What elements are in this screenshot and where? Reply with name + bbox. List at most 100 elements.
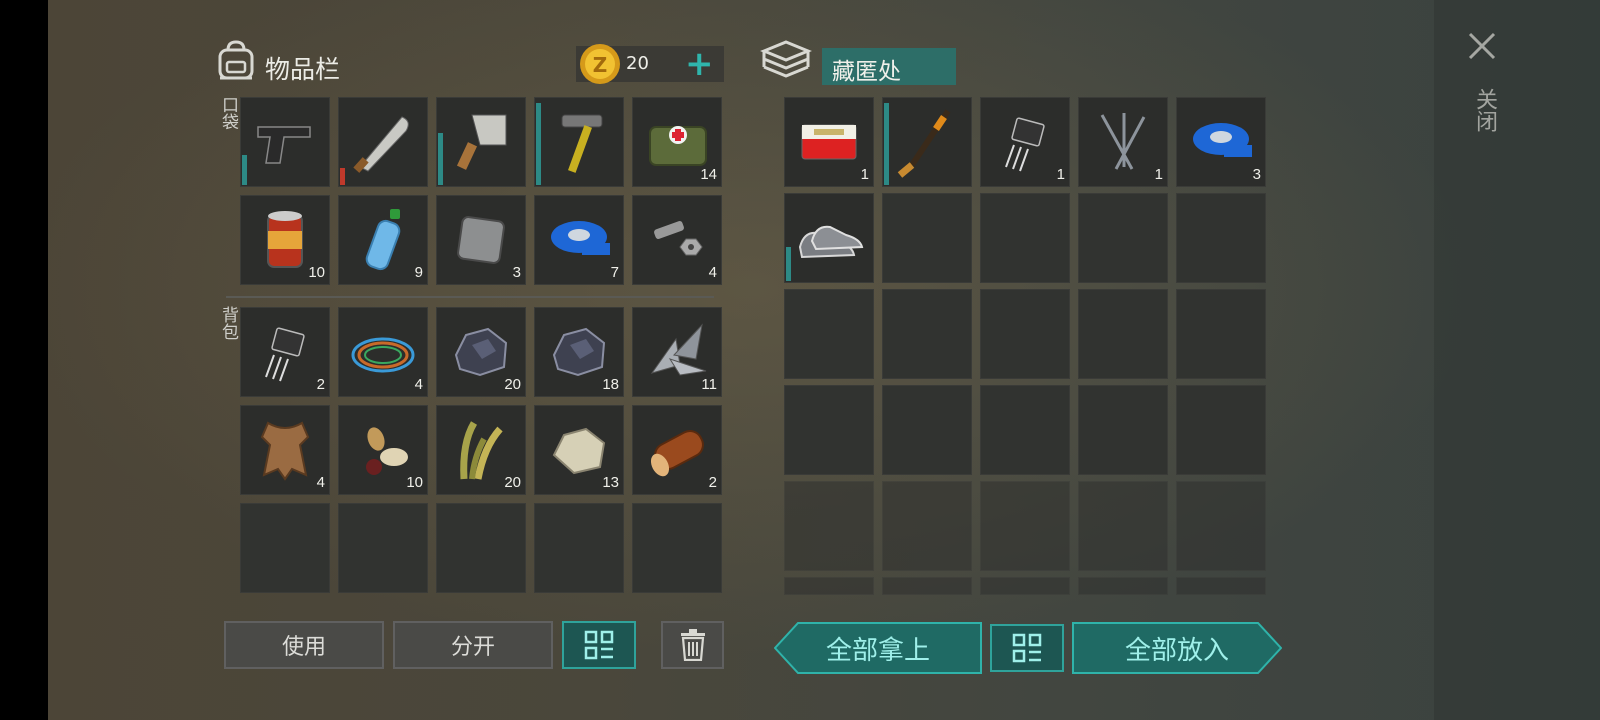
item-slot[interactable]: 10	[338, 405, 428, 495]
item-count: 3	[1252, 166, 1261, 183]
item-slot[interactable]: 1	[784, 97, 874, 187]
empty-slot[interactable]	[1176, 481, 1266, 571]
empty-slot[interactable]	[980, 577, 1070, 595]
item-slot[interactable]	[534, 97, 624, 187]
empty-slot[interactable]	[784, 385, 874, 475]
empty-slot[interactable]	[784, 289, 874, 379]
empty-slot[interactable]	[882, 577, 972, 595]
item-count: 9	[414, 264, 423, 281]
item-count: 20	[504, 474, 521, 491]
put-all-button[interactable]: 全部放入	[1072, 622, 1283, 674]
item-slot[interactable]: 2	[240, 307, 330, 397]
empty-slot[interactable]	[1176, 577, 1266, 595]
empty-slot[interactable]	[240, 503, 330, 593]
item-count: 14	[700, 166, 717, 183]
empty-slot[interactable]	[882, 385, 972, 475]
item-slot[interactable]	[436, 97, 526, 187]
empty-slot[interactable]	[882, 193, 972, 283]
empty-slot[interactable]	[436, 503, 526, 593]
wood-log-icon	[650, 430, 704, 477]
split-button[interactable]: 分开	[393, 621, 553, 669]
backpack-label: 背包	[218, 306, 238, 340]
pistol-icon	[257, 126, 311, 164]
item-count: 18	[602, 376, 619, 393]
pocket-label: 口袋	[218, 96, 238, 130]
hammer-icon	[561, 114, 603, 173]
item-slot[interactable]: 9	[338, 195, 428, 285]
empty-slot[interactable]	[882, 481, 972, 571]
item-slot[interactable]: 4	[632, 195, 722, 285]
item-count: 1	[1154, 166, 1163, 183]
item-count: 20	[504, 376, 521, 393]
coin-icon: Z	[580, 44, 620, 84]
item-count: 4	[414, 376, 423, 393]
empty-slot[interactable]	[1078, 481, 1168, 571]
empty-slot[interactable]	[980, 193, 1070, 283]
sneakers-icon	[798, 225, 864, 259]
item-count: 1	[860, 166, 869, 183]
item-slot[interactable]	[882, 97, 972, 187]
item-slot[interactable]: 20	[436, 405, 526, 495]
item-slot[interactable]: 18	[534, 307, 624, 397]
item-slot[interactable]: 11	[632, 307, 722, 397]
item-slot[interactable]: 3	[1176, 97, 1266, 187]
item-slot[interactable]: 2	[632, 405, 722, 495]
item-slot[interactable]	[784, 193, 874, 283]
duct-tape-icon	[1193, 123, 1252, 157]
empty-slot[interactable]	[338, 503, 428, 593]
empty-slot[interactable]	[1176, 289, 1266, 379]
empty-slot[interactable]	[1176, 385, 1266, 475]
section-divider	[226, 296, 714, 298]
empty-slot[interactable]	[784, 577, 874, 595]
empty-slot[interactable]	[882, 289, 972, 379]
item-slot[interactable]: 4	[338, 307, 428, 397]
nails-icon	[1100, 113, 1146, 170]
durability-bar	[438, 133, 443, 185]
sort-stash-button[interactable]	[990, 624, 1064, 672]
transistor-icon	[265, 327, 305, 382]
empty-slot[interactable]	[1078, 385, 1168, 475]
durability-bar	[884, 103, 889, 185]
transistor-icon	[1005, 117, 1045, 172]
inventory-title: 物品栏	[265, 55, 341, 84]
empty-slot[interactable]	[784, 481, 874, 571]
item-slot[interactable]: 10	[240, 195, 330, 285]
item-slot[interactable]: 1	[1078, 97, 1168, 187]
item-count: 7	[610, 264, 619, 281]
item-slot[interactable]: 7	[534, 195, 624, 285]
item-slot[interactable]: 13	[534, 405, 624, 495]
empty-slot[interactable]	[980, 289, 1070, 379]
item-slot[interactable]: 14	[632, 97, 722, 187]
item-slot[interactable]: 1	[980, 97, 1070, 187]
water-bottle-icon	[365, 209, 401, 271]
use-button[interactable]: 使用	[224, 621, 384, 669]
item-count: 10	[406, 474, 423, 491]
item-count: 2	[316, 376, 325, 393]
empty-slot[interactable]	[632, 503, 722, 593]
sort-inventory-button[interactable]	[562, 621, 636, 669]
add-coins-button[interactable]: +	[685, 44, 714, 84]
item-slot[interactable]	[338, 97, 428, 187]
empty-slot[interactable]	[980, 385, 1070, 475]
svg-text:Z: Z	[593, 53, 608, 77]
game-screen: 物品栏 Z 20 + 口袋 背包 藏匿处 关闭 使用 分开 全部拿上 全部放入 …	[48, 0, 1600, 720]
backpack-icon	[218, 40, 254, 80]
item-slot[interactable]	[240, 97, 330, 187]
trash-button[interactable]	[661, 621, 724, 669]
item-slot[interactable]: 20	[436, 307, 526, 397]
hockey-stick-icon	[897, 109, 951, 178]
empty-slot[interactable]	[1176, 193, 1266, 283]
item-count: 1	[1056, 166, 1065, 183]
empty-slot[interactable]	[534, 503, 624, 593]
cleaver-icon	[456, 114, 507, 170]
stash-icon	[760, 40, 812, 78]
empty-slot[interactable]	[1078, 577, 1168, 595]
empty-slot[interactable]	[1078, 289, 1168, 379]
empty-slot[interactable]	[1078, 193, 1168, 283]
durability-bar	[786, 247, 791, 281]
item-slot[interactable]: 3	[436, 195, 526, 285]
item-slot[interactable]: 4	[240, 405, 330, 495]
take-all-button[interactable]: 全部拿上	[773, 622, 982, 674]
empty-slot[interactable]	[980, 481, 1070, 571]
durability-bar	[242, 155, 247, 185]
